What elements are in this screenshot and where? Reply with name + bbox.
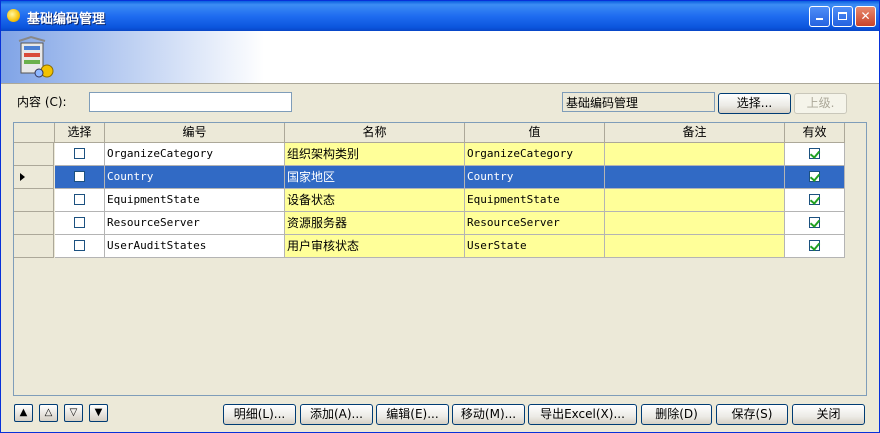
value-cell[interactable]: Country	[465, 166, 605, 189]
add-button[interactable]: 添加(A)...	[300, 404, 373, 425]
move-up-button[interactable]: △	[39, 404, 58, 422]
move-down-icon: ▽	[69, 407, 78, 418]
valid-cell[interactable]	[785, 235, 845, 258]
valid-checkbox[interactable]	[809, 171, 820, 182]
name-cell[interactable]: 设备状态	[285, 189, 465, 212]
row-header[interactable]	[14, 166, 54, 189]
select-checkbox[interactable]	[74, 217, 85, 228]
window-title: 基础编码管理	[27, 12, 106, 27]
select-checkbox[interactable]	[74, 148, 85, 159]
column-header-select[interactable]: 选择	[55, 123, 105, 143]
parent-category-field: 基础编码管理	[562, 92, 715, 112]
minimize-button[interactable]	[809, 6, 830, 27]
content-label: 内容 (C):	[17, 95, 67, 109]
code-cell[interactable]: Country	[105, 166, 285, 189]
column-header-value[interactable]: 值	[465, 123, 605, 143]
title-bar[interactable]: 基础编码管理 ✕	[1, 1, 879, 31]
table-row[interactable]: EquipmentState 设备状态 EquipmentState	[14, 189, 846, 212]
select-button[interactable]: 选择...	[718, 93, 791, 114]
valid-checkbox[interactable]	[809, 148, 820, 159]
export-excel-button[interactable]: 导出Excel(X)...	[528, 404, 637, 425]
name-cell[interactable]: 国家地区	[285, 166, 465, 189]
row-header[interactable]	[14, 235, 54, 258]
valid-checkbox[interactable]	[809, 194, 820, 205]
content-input[interactable]	[89, 92, 292, 112]
maximize-button[interactable]	[832, 6, 853, 27]
name-cell[interactable]: 组织架构类别	[285, 143, 465, 166]
value-cell[interactable]: ResourceServer	[465, 212, 605, 235]
header-corner	[14, 123, 55, 143]
table-row[interactable]: OrganizeCategory 组织架构类别 OrganizeCategory	[14, 143, 846, 166]
remark-cell[interactable]	[605, 212, 785, 235]
app-icon	[7, 9, 20, 22]
code-cell[interactable]: ResourceServer	[105, 212, 285, 235]
code-cell[interactable]: EquipmentState	[105, 189, 285, 212]
value-cell[interactable]: OrganizeCategory	[465, 143, 605, 166]
select-cell[interactable]	[55, 166, 105, 189]
edit-button[interactable]: 编辑(E)...	[376, 404, 449, 425]
row-header[interactable]	[14, 143, 54, 166]
close-icon: ✕	[860, 9, 871, 23]
close-window-button[interactable]: ✕	[855, 6, 876, 27]
move-bottom-icon: ▼	[94, 407, 103, 418]
code-cell[interactable]: UserAuditStates	[105, 235, 285, 258]
code-cell[interactable]: OrganizeCategory	[105, 143, 285, 166]
table-row-selected[interactable]: Country 国家地区 Country	[14, 166, 846, 189]
maximize-icon	[838, 12, 847, 20]
valid-cell[interactable]	[785, 212, 845, 235]
table-row[interactable]: UserAuditStates 用户审核状态 UserState	[14, 235, 846, 258]
remark-cell[interactable]	[605, 189, 785, 212]
column-header-valid[interactable]: 有效	[785, 123, 845, 143]
value-cell[interactable]: EquipmentState	[465, 189, 605, 212]
column-header-name[interactable]: 名称	[285, 123, 465, 143]
table-row[interactable]: ResourceServer 资源服务器 ResourceServer	[14, 212, 846, 235]
valid-cell[interactable]	[785, 143, 845, 166]
select-checkbox[interactable]	[74, 194, 85, 205]
name-cell[interactable]: 资源服务器	[285, 212, 465, 235]
move-button[interactable]: 移动(M)...	[452, 404, 525, 425]
select-cell[interactable]	[55, 235, 105, 258]
up-level-button[interactable]: 上级.	[794, 93, 847, 114]
row-header[interactable]	[14, 189, 54, 212]
select-checkbox[interactable]	[74, 171, 85, 182]
move-top-button[interactable]: ▲	[14, 404, 33, 422]
name-cell[interactable]: 用户审核状态	[285, 235, 465, 258]
select-cell[interactable]	[55, 212, 105, 235]
database-tools-icon	[18, 35, 54, 78]
value-cell[interactable]: UserState	[465, 235, 605, 258]
valid-checkbox[interactable]	[809, 240, 820, 251]
select-cell[interactable]	[55, 143, 105, 166]
close-button[interactable]: 关闭	[792, 404, 865, 425]
select-checkbox[interactable]	[74, 240, 85, 251]
minimize-icon	[816, 18, 823, 20]
row-header[interactable]	[14, 212, 54, 235]
save-button[interactable]: 保存(S)	[716, 404, 788, 425]
move-up-icon: △	[44, 407, 53, 418]
current-row-indicator-icon	[20, 173, 25, 181]
valid-checkbox[interactable]	[809, 217, 820, 228]
column-header-remark[interactable]: 备注	[605, 123, 785, 143]
valid-cell[interactable]	[785, 166, 845, 189]
move-down-button[interactable]: ▽	[64, 404, 83, 422]
detail-button[interactable]: 明细(L)...	[223, 404, 296, 425]
remark-cell[interactable]	[605, 143, 785, 166]
remark-cell[interactable]	[605, 166, 785, 189]
valid-cell[interactable]	[785, 189, 845, 212]
delete-button[interactable]: 删除(D)	[641, 404, 712, 425]
remark-cell[interactable]	[605, 235, 785, 258]
move-bottom-button[interactable]: ▼	[89, 404, 108, 422]
select-cell[interactable]	[55, 189, 105, 212]
code-table: 选择 编号 名称 值 备注 有效 OrganizeCategory 组织架构类别…	[13, 122, 867, 396]
main-window: 基础编码管理 ✕ 内容 (C): 基础编码管理 选择... 上级. 选择 编号 …	[0, 0, 880, 433]
move-top-icon: ▲	[19, 407, 28, 418]
header-banner	[1, 31, 879, 84]
column-header-code[interactable]: 编号	[105, 123, 285, 143]
